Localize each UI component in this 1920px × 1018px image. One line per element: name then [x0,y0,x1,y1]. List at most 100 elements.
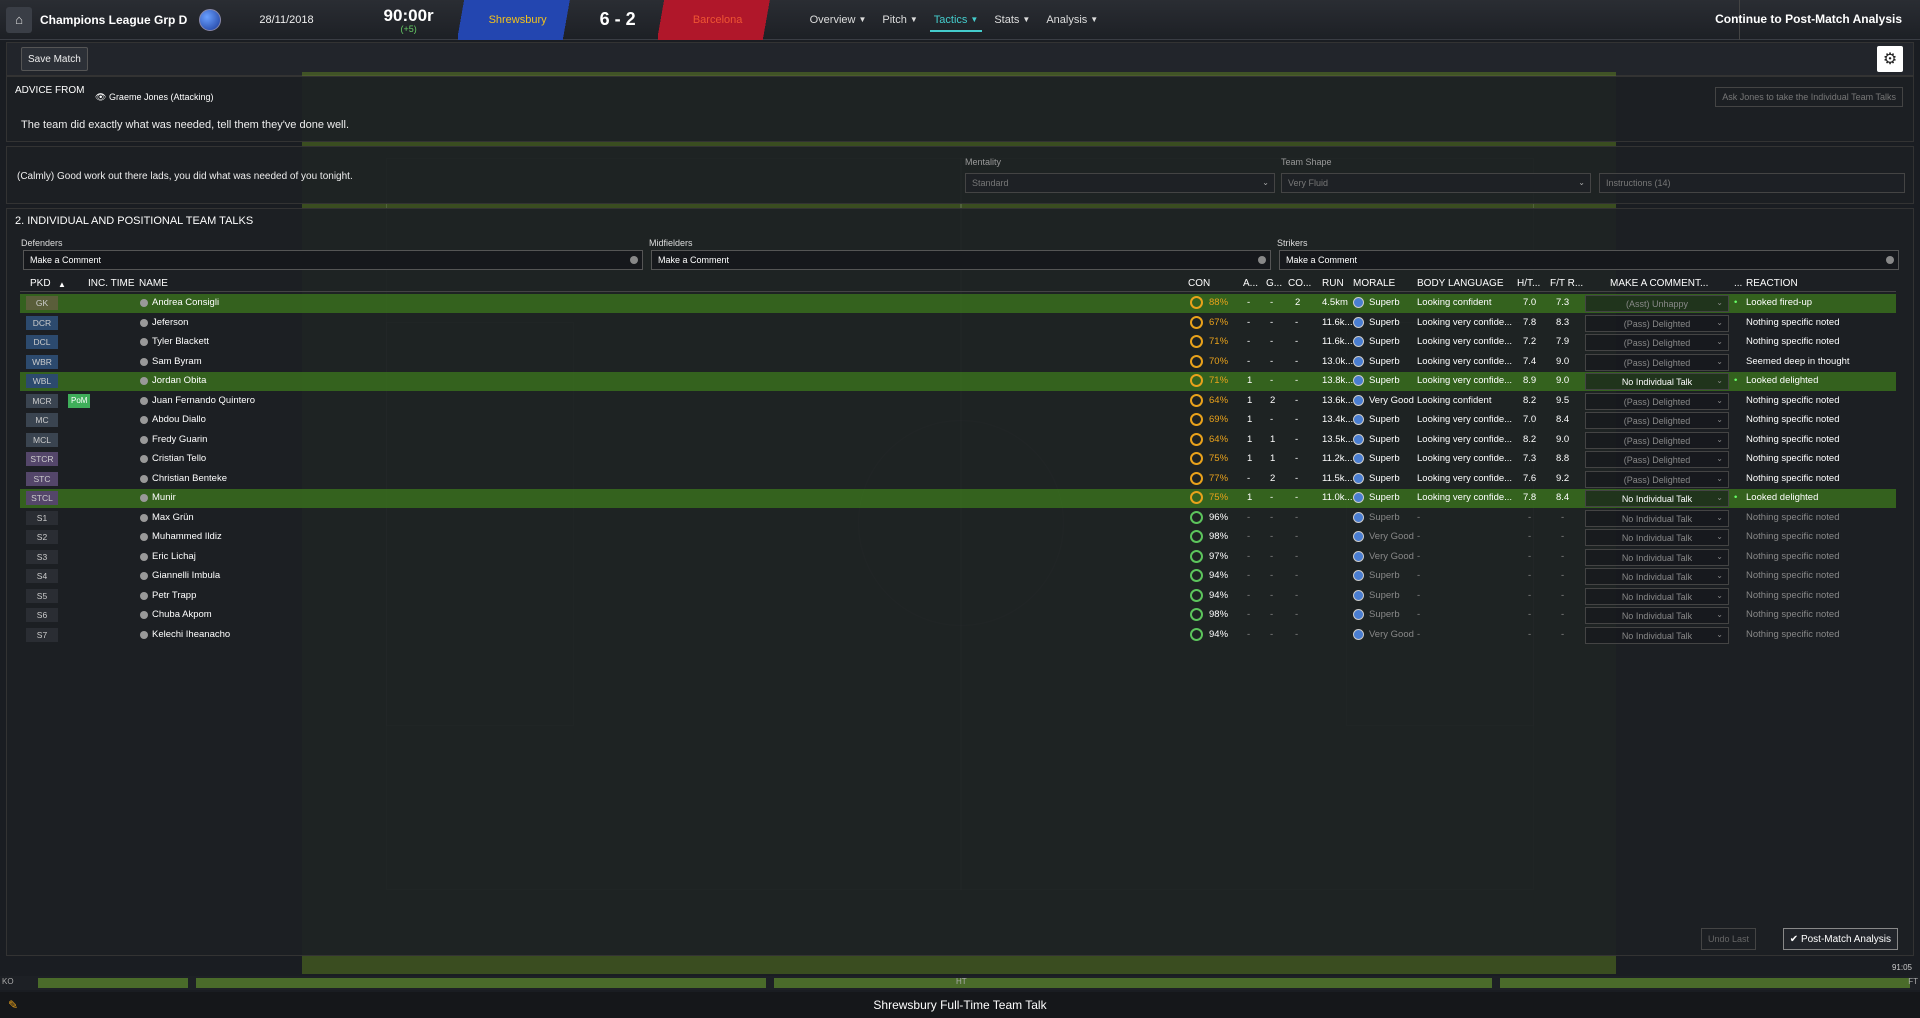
instructions-button[interactable]: Instructions (14) [1599,173,1905,193]
table-row[interactable]: STCR Cristian Tello 75% 1 1 - 11.2k... Superb Lo… [20,450,1896,469]
col-ft[interactable]: F/T R... [1550,278,1583,289]
player-name[interactable]: Fredy Guarin [152,434,207,445]
col-body-language[interactable]: BODY LANGUAGE [1417,278,1504,289]
player-name[interactable]: Abdou Diallo [152,414,206,425]
comment-select[interactable]: No Individual Talk ⌄ [1585,548,1729,566]
info-icon[interactable] [140,299,148,307]
comment-select[interactable]: (Pass) Delighted ⌄ [1585,431,1729,449]
col-a[interactable]: A... [1243,278,1258,289]
table-row[interactable]: DCR Jeferson 67% - - - 11.6k... Superb Looking v… [20,314,1896,333]
table-row[interactable]: STC Christian Benteke 77% - 2 - 11.5k... Superb… [20,470,1896,489]
comment-select[interactable]: (Pass) Delighted ⌄ [1585,334,1729,351]
comment-select[interactable]: No Individual Talk ⌄ [1585,568,1729,585]
comment-select[interactable]: No Individual Talk ⌄ [1585,607,1729,624]
pencil-icon[interactable]: ✎ [8,998,18,1012]
comment-select[interactable]: No Individual Talk ⌄ [1585,529,1729,546]
player-name[interactable]: Jordan Obita [152,375,206,386]
home-icon[interactable]: ⌂ [6,6,32,33]
info-icon[interactable] [140,552,148,561]
col-name[interactable]: NAME [139,278,168,289]
info-icon[interactable] [140,396,148,405]
save-match-button[interactable]: Save Match [21,47,88,71]
strikers-comment-select[interactable]: Make a Comment [1279,250,1899,270]
table-row[interactable]: S1 Max Grün 96% - - - Superb - - - No Individual T… [20,509,1896,528]
comment-select[interactable]: No Individual Talk ⌄ [1585,587,1729,605]
menu-tactics[interactable]: Tactics ▼ [926,0,987,40]
col-inc-time[interactable]: INC. TIME [88,278,134,289]
post-match-analysis-button[interactable]: ✔ Post-Match Analysis [1782,928,1898,950]
col-ht[interactable]: H/T... [1517,278,1540,289]
comment-select[interactable]: (Asst) Unhappy ⌄ [1585,295,1729,312]
table-row[interactable]: S5 Petr Trapp 94% - - - Superb - - - No Individual… [20,587,1896,606]
comment-select[interactable]: No Individual Talk ⌄ [1585,509,1729,527]
table-row[interactable]: S6 Chuba Akpom 98% - - - Superb - - - No Individua… [20,606,1896,625]
info-icon[interactable] [140,494,148,502]
info-icon[interactable] [140,533,148,541]
info-icon[interactable] [140,435,148,444]
player-name[interactable]: Chuba Akpom [152,609,212,620]
comment-select[interactable]: (Pass) Delighted ⌄ [1585,392,1729,410]
col-reaction[interactable]: REACTION [1746,278,1798,289]
player-name[interactable]: Max Grün [152,512,194,523]
player-name[interactable]: Muhammed Ildiz [152,531,222,542]
info-icon[interactable] [140,455,148,463]
comment-select[interactable]: (Pass) Delighted ⌄ [1585,353,1729,371]
col-more[interactable]: ... [1734,278,1742,289]
player-name[interactable]: Giannelli Imbula [152,570,220,581]
ask-assistant-button[interactable]: Ask Jones to take the Individual Team Ta… [1715,87,1903,107]
comment-select[interactable]: (Pass) Delighted ⌄ [1585,451,1729,468]
table-row[interactable]: MC Abdou Diallo 69% 1 - - 13.4k... Superb Lookin… [20,411,1896,430]
info-icon[interactable] [140,338,148,346]
info-icon[interactable] [140,611,148,619]
mentality-select[interactable]: Standard ⌄ [965,173,1275,193]
info-icon[interactable] [140,630,148,639]
player-name[interactable]: Jeferson [152,317,188,328]
table-row[interactable]: DCL Tyler Blackett 71% - - - 11.6k... Superb Loo… [20,333,1896,352]
player-name[interactable]: Eric Lichaj [152,551,196,562]
player-name[interactable]: Petr Trapp [152,590,196,601]
comment-select[interactable]: No Individual Talk ⌄ [1585,626,1729,644]
table-row[interactable]: GK Andrea Consigli 88% - - 2 4.5km Superb Lookin… [20,294,1896,313]
table-row[interactable]: MCL Fredy Guarin 64% 1 1 - 13.5k... Superb Looki… [20,431,1896,450]
col-comment[interactable]: MAKE A COMMENT... [1610,278,1708,289]
col-g[interactable]: G... [1266,278,1282,289]
info-icon[interactable] [140,357,148,366]
player-name[interactable]: Juan Fernando Quintero [152,395,255,406]
table-row[interactable]: S7 Kelechi Iheanacho 94% - - - Very Good - - - No … [20,626,1896,645]
col-run[interactable]: RUN [1322,278,1344,289]
col-con[interactable]: CON [1188,278,1210,289]
team-shout-text[interactable]: (Calmly) Good work out there lads, you d… [17,171,353,182]
undo-last-button[interactable]: Undo Last [1700,928,1756,950]
info-icon[interactable] [140,318,148,327]
info-icon[interactable] [140,416,148,424]
table-row[interactable]: WBR Sam Byram 70% - - - 13.0k... Superb Looking … [20,353,1896,372]
comment-select[interactable]: (Pass) Delighted ⌄ [1585,412,1729,429]
table-row[interactable]: WBL Jordan Obita 71% 1 - - 13.8k... Superb Looki… [20,372,1896,391]
player-name[interactable]: Tyler Blackett [152,336,209,347]
player-name[interactable]: Sam Byram [152,356,202,367]
defenders-comment-select[interactable]: Make a Comment [23,250,643,270]
menu-overview[interactable]: Overview ▼ [802,0,875,40]
comment-select[interactable]: (Pass) Delighted ⌄ [1585,314,1729,332]
comment-select[interactable]: No Individual Talk ⌄ [1585,373,1729,390]
menu-analysis[interactable]: Analysis ▼ [1038,0,1106,40]
table-row[interactable]: S2 Muhammed Ildiz 98% - - - Very Good - - - No Ind… [20,528,1896,547]
player-name[interactable]: Kelechi Iheanacho [152,629,230,640]
match-timeline[interactable]: KO HT FT [0,976,1920,990]
player-name[interactable]: Munir [152,492,176,503]
advice-coach[interactable]: 👁 Graeme Jones (Attacking) [95,92,213,103]
player-name[interactable]: Christian Benteke [152,473,227,484]
table-row[interactable]: S4 Giannelli Imbula 94% - - - Superb - - - No Indi… [20,567,1896,586]
menu-stats[interactable]: Stats ▼ [986,0,1038,40]
gear-icon[interactable]: ⚙ [1877,46,1903,72]
away-team[interactable]: Barcelona [657,0,778,40]
col-co[interactable]: CO... [1288,278,1311,289]
home-team[interactable]: Shrewsbury [457,0,578,40]
player-name[interactable]: Cristian Tello [152,453,206,464]
info-icon[interactable] [140,377,148,385]
info-icon[interactable] [140,474,148,483]
info-icon[interactable] [140,513,148,522]
player-name[interactable]: Andrea Consigli [152,297,219,308]
comment-select[interactable]: No Individual Talk ⌄ [1585,490,1729,507]
table-row[interactable]: STCL Munir 75% 1 - - 11.0k... Superb Looking ver… [20,489,1896,508]
